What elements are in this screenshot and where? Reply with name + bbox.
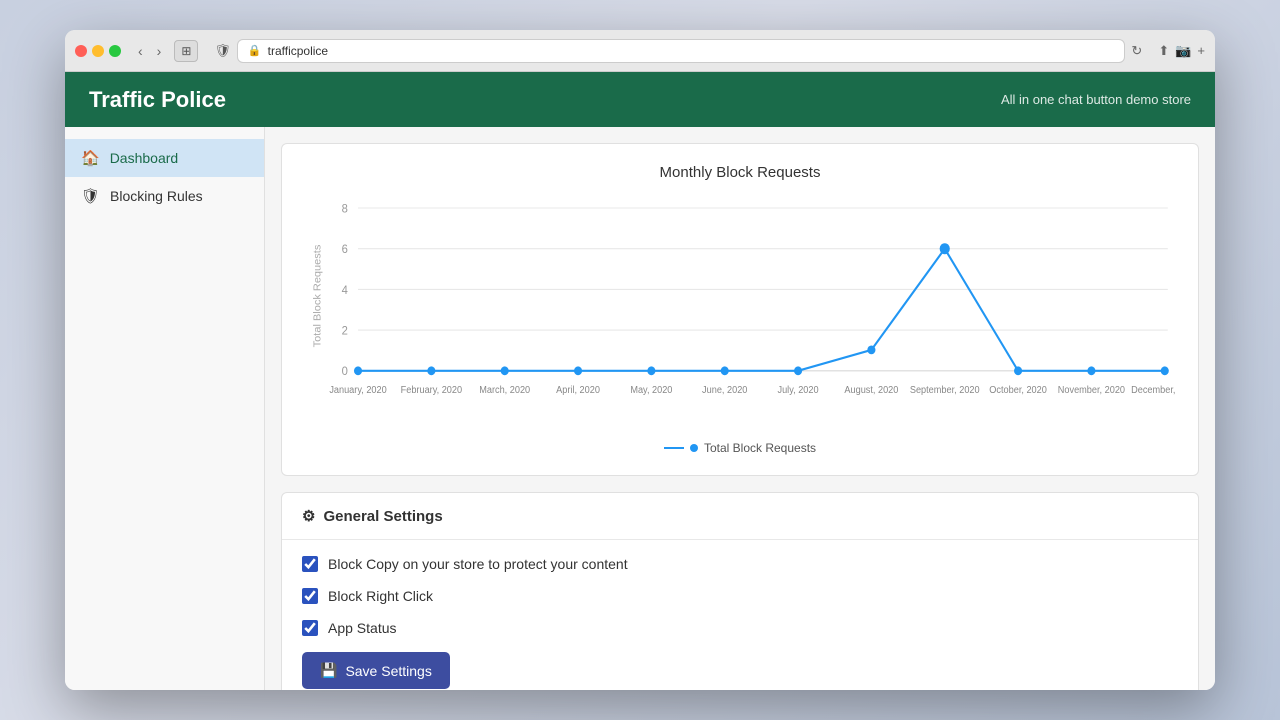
app-header: Traffic Police All in one chat button de… [65,72,1215,127]
data-point-jan [354,366,362,375]
app-status-label: App Status [328,620,397,636]
share-icon[interactable]: ⬆ [1158,43,1169,59]
new-tab-icon[interactable]: + [1197,43,1205,58]
block-copy-checkbox[interactable] [302,556,318,572]
svg-text:November, 2020: November, 2020 [1058,384,1125,395]
traffic-lights [75,45,121,57]
sidebar-dashboard-label: Dashboard [110,150,179,166]
save-icon: 💾 [320,662,337,679]
close-button[interactable] [75,45,87,57]
legend-label: Total Block Requests [704,441,816,455]
maximize-button[interactable] [109,45,121,57]
svg-text:April, 2020: April, 2020 [556,384,600,395]
settings-title: General Settings [323,508,442,525]
chart-svg: 8 6 4 2 0 Total Block Requests [302,197,1178,417]
gear-icon: ⚙ [302,507,315,525]
data-point-apr [574,366,582,375]
data-point-may [647,366,655,375]
shield-icon: 🛡 [81,187,100,205]
app-status-checkbox[interactable] [302,620,318,636]
data-point-oct [1014,366,1022,375]
store-name: All in one chat button demo store [1001,92,1191,107]
sidebar-blocking-label: Blocking Rules [110,188,203,204]
app-title: Traffic Police [89,87,226,113]
data-point-jul [794,366,802,375]
chart-card: Monthly Block Requests 8 6 4 2 [281,143,1199,476]
data-point-dec [1161,366,1169,375]
chart-line [358,249,1165,371]
svg-text:October, 2020: October, 2020 [989,384,1047,395]
settings-body: Block Copy on your store to protect your… [282,540,1198,690]
data-point-mar [501,366,509,375]
data-point-aug [867,346,875,355]
svg-text:February, 2020: February, 2020 [401,384,462,395]
address-bar-area: 🛡 🔒 trafficpolice ↻ [214,39,1142,63]
dashboard-icon: 🏠 [81,149,100,167]
data-point-sep [940,243,950,254]
view-button[interactable]: ⊞ [174,40,198,62]
svg-text:June, 2020: June, 2020 [702,384,747,395]
url-text: trafficpolice [268,44,328,58]
setting-block-copy[interactable]: Block Copy on your store to protect your… [302,556,1178,572]
sidebar-item-dashboard[interactable]: 🏠 Dashboard [65,139,264,177]
block-right-click-checkbox[interactable] [302,588,318,604]
reload-button[interactable]: ↻ [1131,43,1142,59]
forward-button[interactable]: › [152,41,167,61]
data-point-jun [721,366,729,375]
setting-app-status[interactable]: App Status [302,620,1178,636]
save-button-label: Save Settings [345,663,431,679]
sidebar-item-blocking-rules[interactable]: 🛡 Blocking Rules [65,177,264,215]
svg-text:July, 2020: July, 2020 [778,384,819,395]
save-settings-button[interactable]: 💾 Save Settings [302,652,450,689]
svg-text:September, 2020: September, 2020 [910,384,980,395]
chart-title: Monthly Block Requests [302,164,1178,181]
back-button[interactable]: ‹ [133,41,148,61]
address-bar[interactable]: 🔒 trafficpolice [237,39,1125,63]
browser-actions: ⬆ 📷 + [1158,43,1205,59]
browser-chrome: ‹ › ⊞ 🛡 🔒 trafficpolice ↻ ⬆ 📷 + [65,30,1215,72]
data-point-feb [427,366,435,375]
svg-text:8: 8 [342,202,348,215]
svg-text:March, 2020: March, 2020 [479,384,530,395]
minimize-button[interactable] [92,45,104,57]
screenshot-icon[interactable]: 📷 [1175,43,1191,59]
svg-text:May, 2020: May, 2020 [630,384,672,395]
nav-buttons: ‹ › [133,41,166,61]
shield-browser-icon: 🛡 [214,43,231,59]
legend-dot-icon [690,444,698,452]
block-right-click-label: Block Right Click [328,588,433,604]
svg-text:0: 0 [342,365,349,378]
block-copy-label: Block Copy on your store to protect your… [328,556,628,572]
svg-text:4: 4 [342,283,349,296]
svg-text:2: 2 [342,324,348,337]
settings-header: ⚙ General Settings [282,493,1198,540]
chart-container: 8 6 4 2 0 Total Block Requests [302,197,1178,437]
main-content: Monthly Block Requests 8 6 4 2 [265,127,1215,690]
svg-text:December, 2020: December, 2020 [1131,384,1178,395]
browser-window: ‹ › ⊞ 🛡 🔒 trafficpolice ↻ ⬆ 📷 + Traffic … [65,30,1215,690]
svg-text:Total Block Requests: Total Block Requests [312,245,324,348]
data-point-nov [1087,366,1095,375]
chart-legend: Total Block Requests [302,441,1178,455]
sidebar: 🏠 Dashboard 🛡 Blocking Rules [65,127,265,690]
svg-text:August, 2020: August, 2020 [844,384,898,395]
app-body: 🏠 Dashboard 🛡 Blocking Rules Monthly Blo… [65,127,1215,690]
legend-line-icon [664,447,684,449]
svg-text:January, 2020: January, 2020 [329,384,386,395]
setting-block-right-click[interactable]: Block Right Click [302,588,1178,604]
settings-card: ⚙ General Settings Block Copy on your st… [281,492,1199,690]
lock-icon: 🔒 [248,44,262,57]
svg-text:6: 6 [342,243,348,256]
